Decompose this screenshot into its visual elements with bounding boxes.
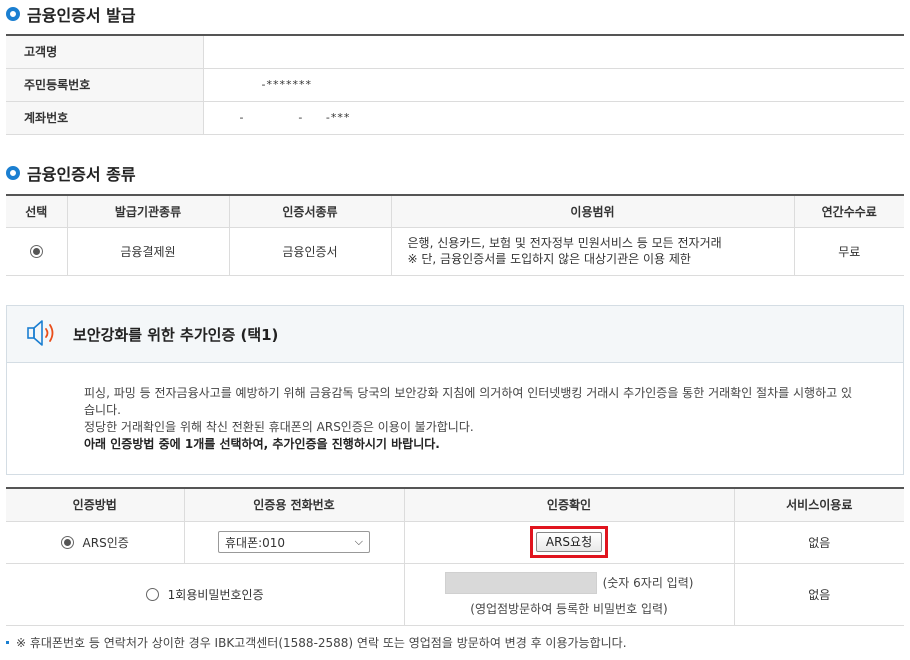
table-row: 금융결제원 금융인증서 은행, 신용카드, 보험 및 전자정부 민원서비스 등 … (6, 227, 904, 276)
otp-password-input[interactable] (444, 571, 597, 594)
otp-input-hint: (숫자 6자리 입력) (602, 576, 694, 590)
otp-label: 1회용비밀번호인증 (167, 587, 264, 602)
header-cert-type: 인증서종류 (229, 195, 392, 228)
cert-type-section-title: 금융인증서 종류 (6, 161, 136, 185)
cert-kind: 금융인증서 (229, 227, 392, 276)
issue-section-title: 금융인증서 발급 (6, 2, 136, 26)
cert-scope-line1: 은행, 신용카드, 보험 및 전자정부 민원서비스 등 모든 전자거래 (407, 236, 722, 250)
ars-phone-cell: 휴대폰:010 ⌵ (184, 521, 405, 564)
ars-confirm-cell: ARS요청 (404, 521, 735, 564)
table-row: 1회용비밀번호인증 (숫자 6자리 입력) (영업점방문하여 등록한 비밀번호 … (6, 563, 904, 626)
cert-scope-line2: ※ 단, 금융인증서를 도입하지 않은 대상기관은 이용 제한 (407, 252, 691, 266)
security-notice-box: 보안강화를 위한 추가인증 (택1) 피싱, 파밍 등 전자금융사고를 예방하기… (6, 305, 904, 475)
security-notice-title: 보안강화를 위한 추가인증 (택1) (73, 325, 279, 344)
table-row: 주민등록번호 -******* (6, 68, 904, 102)
security-notice-line: 피싱, 파밍 등 전자금융사고를 예방하기 위해 금융감독 당국의 보안강화 지… (84, 386, 852, 400)
otp-fee: 없음 (734, 563, 904, 626)
ars-button-highlight: ARS요청 (530, 526, 608, 558)
account-number-value: - - -*** (203, 101, 904, 135)
ars-label: ARS인증 (82, 535, 129, 550)
footnote-bullet-icon (6, 641, 9, 644)
otp-input-note: (영업점방문하여 등록한 비밀번호 입력) (470, 601, 668, 616)
ars-method-cell: ARS인증 (6, 521, 185, 564)
cert-issuer: 금융결제원 (67, 227, 230, 276)
ars-request-button[interactable]: ARS요청 (536, 532, 602, 552)
table-row: ARS인증 휴대폰:010 ⌵ ARS요청 없음 (6, 521, 904, 564)
header-service-fee: 서비스이용료 (734, 488, 904, 522)
cert-type-title-text: 금융인증서 종류 (27, 165, 136, 184)
cert-scope: 은행, 신용카드, 보험 및 전자정부 민원서비스 등 모든 전자거래 ※ 단,… (391, 227, 795, 276)
issue-title-text: 금융인증서 발급 (27, 6, 136, 25)
cert-select-radio[interactable] (29, 245, 43, 258)
header-scope: 이용범위 (391, 195, 795, 228)
resident-number-label: 주민등록번호 (6, 68, 204, 102)
otp-confirm-cell: (숫자 6자리 입력) (영업점방문하여 등록한 비밀번호 입력) (404, 563, 735, 626)
table-header-row: 선택 발급기관종류 인증서종류 이용범위 연간수수료 (6, 195, 904, 228)
security-notice-header: 보안강화를 위한 추가인증 (택1) (7, 306, 903, 363)
issue-info-table: 고객명 주민등록번호 -******* 계좌번호 - - -*** (6, 34, 904, 135)
customer-name-label: 고객명 (6, 35, 204, 69)
otp-radio[interactable] (145, 587, 159, 601)
section-bullet-icon (6, 166, 20, 180)
header-fee: 연간수수료 (794, 195, 904, 228)
cert-type-table: 선택 발급기관종류 인증서종류 이용범위 연간수수료 금융결제원 금융인증서 은… (6, 194, 904, 276)
ars-radio[interactable] (60, 535, 74, 549)
footnote-text: ※ 휴대폰번호 등 연락처가 상이한 경우 IBK고객센터(1588-2588)… (16, 636, 627, 650)
speaker-icon (27, 318, 61, 351)
header-auth-phone: 인증용 전화번호 (184, 488, 405, 522)
resident-number-value: -******* (203, 68, 904, 102)
header-auth-confirm: 인증확인 (404, 488, 735, 522)
phone-select[interactable]: 휴대폰:010 ⌵ (218, 531, 370, 553)
phone-select-value: 휴대폰:010 (225, 535, 286, 550)
section-bullet-icon (6, 7, 20, 21)
header-auth-method: 인증방법 (6, 488, 185, 522)
account-number-label: 계좌번호 (6, 101, 204, 135)
table-row: 계좌번호 - - -*** (6, 101, 904, 135)
otp-method-cell: 1회용비밀번호인증 (6, 563, 405, 626)
ars-fee: 없음 (734, 521, 904, 564)
security-notice-line: 습니다. (84, 403, 121, 417)
chevron-down-icon: ⌵ (354, 535, 363, 548)
header-issuer: 발급기관종류 (67, 195, 230, 228)
footnote: ※ 휴대폰번호 등 연락처가 상이한 경우 IBK고객센터(1588-2588)… (6, 634, 627, 651)
auth-method-table: 인증방법 인증용 전화번호 인증확인 서비스이용료 ARS인증 휴대폰:010 … (6, 487, 904, 626)
table-header-row: 인증방법 인증용 전화번호 인증확인 서비스이용료 (6, 488, 904, 522)
cert-fee: 무료 (794, 227, 904, 276)
cert-select-cell (6, 227, 68, 276)
security-notice-line: 정당한 거래확인을 위해 착신 전환된 휴대폰의 ARS인증은 이용이 불가합니… (84, 420, 474, 434)
header-select: 선택 (6, 195, 68, 228)
security-notice-emphasis: 아래 인증방법 중에 1개를 선택하여, 추가인증을 진행하시기 바랍니다. (84, 437, 440, 451)
security-notice-body: 피싱, 파밍 등 전자금융사고를 예방하기 위해 금융감독 당국의 보안강화 지… (7, 363, 903, 453)
otp-input-row: (숫자 6자리 입력) (405, 571, 734, 594)
customer-name-value (203, 35, 904, 69)
table-row: 고객명 (6, 35, 904, 69)
